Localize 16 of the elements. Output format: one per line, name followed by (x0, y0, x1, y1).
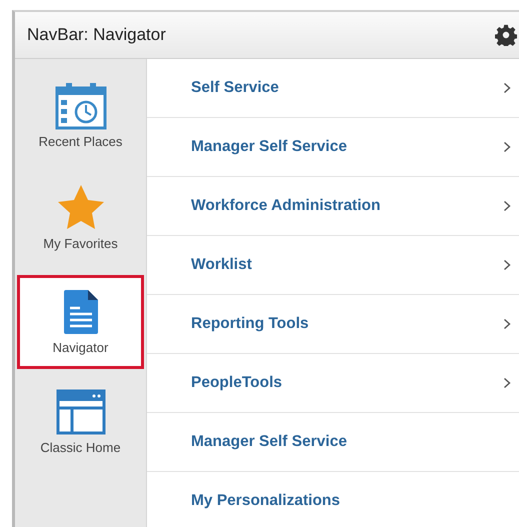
menu-item[interactable]: Worklist (147, 236, 519, 295)
menu-item[interactable]: Manager Self Service (147, 413, 519, 472)
sidebar-item[interactable]: Navigator (17, 275, 144, 369)
menu-item[interactable]: My Personalizations (147, 472, 519, 527)
settings-icon[interactable] (495, 24, 517, 46)
menu-item[interactable]: Workforce Administration (147, 177, 519, 236)
sidebar-item[interactable]: Recent Places (17, 71, 144, 165)
header-title: NavBar: Navigator (27, 25, 166, 45)
menu-item[interactable]: Manager Self Service (147, 118, 519, 177)
menu-item[interactable]: PeopleTools (147, 354, 519, 413)
window-icon (54, 388, 108, 436)
menu-item[interactable]: Self Service (147, 59, 519, 118)
menu-item[interactable]: Reporting Tools (147, 295, 519, 354)
sidebar-item[interactable]: My Favorites (17, 173, 144, 267)
calendar-clock-icon (54, 82, 108, 130)
sidebar-item[interactable]: Classic Home (17, 377, 144, 471)
